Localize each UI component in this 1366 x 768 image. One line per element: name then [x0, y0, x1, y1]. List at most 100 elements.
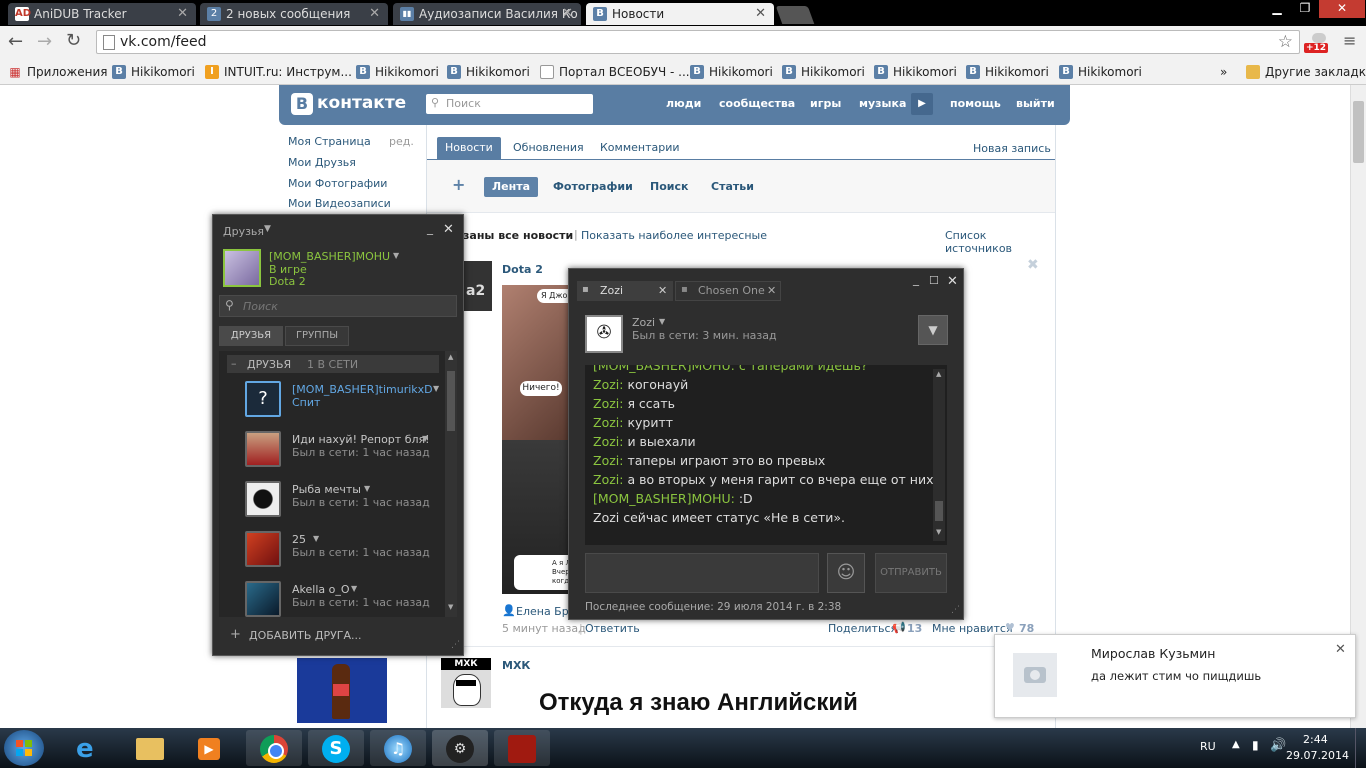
- explorer-icon[interactable]: [122, 730, 178, 766]
- chat-tab-zozi[interactable]: ▪ Zozi ✕: [577, 281, 673, 301]
- scrollbar-thumb[interactable]: [935, 501, 943, 521]
- skype-icon[interactable]: S: [308, 730, 364, 766]
- friend-item[interactable]: Иди нахуй! Репорт бля! Был в сети: 1 час…: [227, 427, 447, 473]
- steam-icon[interactable]: ⚙: [432, 730, 488, 766]
- post-time[interactable]: 5 минут назад: [502, 622, 586, 635]
- start-button[interactable]: [4, 730, 44, 766]
- close-icon[interactable]: ✕: [947, 274, 958, 289]
- minimize-icon[interactable]: _: [427, 221, 433, 235]
- send-button[interactable]: ОТПРАВИТЬ: [875, 553, 947, 593]
- post-title[interactable]: МХК: [502, 659, 530, 672]
- itunes-icon[interactable]: ♫: [370, 730, 426, 766]
- page-scrollbar[interactable]: [1350, 85, 1366, 728]
- chevron-down-icon[interactable]: ▼: [422, 434, 428, 443]
- vk-logo-text[interactable]: контакте: [317, 93, 406, 113]
- tab-friends[interactable]: ДРУЗЬЯ: [219, 326, 283, 346]
- bookmark-item[interactable]: Портал ВСЕОБУЧ - ...: [540, 64, 690, 80]
- bookmark-item[interactable]: I INTUIT.ru: Инструм...: [205, 64, 352, 80]
- bookmarks-more[interactable]: »: [1220, 64, 1227, 80]
- post-image[interactable]: Я Джон Ничего! А я Л Вчер когд: [502, 285, 576, 594]
- chat-tab-chosen-one[interactable]: ▪ Chosen One ✕: [675, 281, 781, 301]
- friends-title[interactable]: Друзья: [223, 225, 264, 238]
- bookmark-apps[interactable]: ▦ Приложения: [8, 64, 107, 80]
- tray-arrow-icon[interactable]: ▲: [1232, 739, 1240, 750]
- emoticon-icon[interactable]: ☺: [827, 553, 865, 593]
- subtab-feed[interactable]: Лента: [484, 177, 538, 197]
- language-indicator[interactable]: RU: [1200, 740, 1216, 753]
- forward-arrow-icon[interactable]: →: [37, 31, 52, 52]
- volume-icon[interactable]: 🔊: [1270, 738, 1286, 753]
- post-avatar[interactable]: a2: [460, 261, 492, 311]
- chevron-down-icon[interactable]: ▼: [313, 534, 319, 543]
- nav-help[interactable]: помощь: [950, 97, 1001, 110]
- bookmark-item[interactable]: B Hikikomori: [874, 64, 957, 80]
- nav-music[interactable]: музыка: [859, 97, 906, 110]
- close-icon[interactable]: ✕: [443, 222, 454, 237]
- filter-interesting-link[interactable]: Показать наиболее интересные: [581, 229, 767, 242]
- menu-my-videos[interactable]: Мои Видеозаписи: [288, 197, 391, 210]
- add-friend-button[interactable]: ДОБАВИТЬ ДРУГА...: [249, 629, 362, 642]
- subtab-photos[interactable]: Фотографии: [545, 177, 641, 197]
- bookmark-item[interactable]: B Hikikomori: [690, 64, 773, 80]
- chevron-down-icon[interactable]: ▼: [659, 317, 665, 326]
- new-tab-button[interactable]: [775, 6, 815, 24]
- back-arrow-icon[interactable]: ←: [8, 31, 23, 52]
- chevron-down-icon[interactable]: ▼: [264, 224, 271, 234]
- menu-my-friends[interactable]: Мои Друзья: [288, 156, 356, 169]
- show-desktop-button[interactable]: [1355, 728, 1366, 768]
- friends-scrollbar[interactable]: ▲ ▼: [445, 351, 457, 617]
- friend-item[interactable]: Akella o_O Был в сети: 1 час назад ▼: [227, 577, 447, 617]
- nav-communities[interactable]: сообщества: [719, 97, 795, 110]
- chat-scrollbar[interactable]: ▲ ▼: [933, 369, 945, 541]
- new-post-link[interactable]: Новая запись: [973, 142, 1051, 155]
- tab-audio[interactable]: ▮▮ Аудиозаписи Василия Ко ✕: [393, 3, 581, 25]
- group-header[interactable]: – ДРУЗЬЯ 1 В СЕТИ: [227, 355, 439, 373]
- my-avatar[interactable]: [223, 249, 261, 287]
- resize-grip-icon[interactable]: ⋰: [451, 640, 460, 650]
- star-icon[interactable]: ☆: [1278, 32, 1293, 52]
- vk-logo-icon[interactable]: B: [291, 93, 313, 115]
- reload-icon[interactable]: ↻: [66, 30, 81, 51]
- plus-icon[interactable]: +: [452, 175, 465, 194]
- minimize-button[interactable]: ▁: [1263, 0, 1291, 18]
- close-icon[interactable]: ✕: [1335, 642, 1346, 657]
- chevron-down-icon[interactable]: ▼: [364, 484, 370, 493]
- bookmark-item[interactable]: B Hikikomori: [966, 64, 1049, 80]
- tab-groups[interactable]: ГРУППЫ: [285, 326, 349, 346]
- reply-link[interactable]: Ответить: [585, 622, 640, 635]
- close-icon[interactable]: ✕: [177, 3, 188, 25]
- maximize-button[interactable]: ❐: [1291, 0, 1319, 18]
- notifications-icon[interactable]: +12: [1304, 31, 1329, 53]
- scrollbar-thumb[interactable]: [447, 371, 455, 431]
- friends-search-input[interactable]: ⚲ Поиск: [219, 295, 457, 317]
- bookmark-item[interactable]: B Hikikomori: [356, 64, 439, 80]
- chat-options-button[interactable]: ▼: [918, 315, 948, 345]
- friend-item[interactable]: ? [MOM_BASHER]timurikxD Спит ▼: [227, 377, 447, 423]
- chevron-down-icon[interactable]: ▼: [433, 384, 439, 393]
- tab-updates[interactable]: Обновления: [505, 137, 592, 159]
- chevron-down-icon[interactable]: ▼: [351, 584, 357, 593]
- vk-notification[interactable]: Мирослав Кузьмин да лежит стим чо пищдиш…: [994, 634, 1356, 718]
- close-window-button[interactable]: ✕: [1319, 0, 1365, 18]
- network-icon[interactable]: ▮: [1252, 738, 1259, 752]
- post-avatar[interactable]: МХК: [441, 658, 491, 708]
- bookmark-item[interactable]: B Hikikomori: [447, 64, 530, 80]
- clock-time[interactable]: 2:44: [1303, 733, 1328, 746]
- minimize-icon[interactable]: _: [913, 272, 919, 286]
- tab-news[interactable]: Новости: [437, 137, 501, 159]
- close-icon[interactable]: ✕: [755, 3, 766, 25]
- clock-date[interactable]: 29.07.2014: [1286, 749, 1349, 762]
- subtab-articles[interactable]: Статьи: [703, 177, 762, 197]
- menu-my-page[interactable]: Моя Страница: [288, 135, 371, 148]
- tab-messages[interactable]: 2 2 новых сообщения ✕: [200, 3, 388, 25]
- media-player-icon[interactable]: ▶: [182, 730, 238, 766]
- sources-list-link[interactable]: Список источников: [945, 229, 1055, 255]
- tab-news[interactable]: B Новости ✕: [586, 3, 774, 25]
- bookmark-item[interactable]: B Hikikomori: [782, 64, 865, 80]
- other-bookmarks[interactable]: Другие закладки: [1246, 64, 1366, 80]
- friend-item[interactable]: Рыба мечты Был в сети: 1 час назад ▼: [227, 477, 447, 523]
- close-icon[interactable]: ✖: [1027, 257, 1039, 273]
- notification-name[interactable]: Мирослав Кузьмин: [1091, 646, 1215, 661]
- dota2-icon[interactable]: [494, 730, 550, 766]
- chevron-down-icon[interactable]: ▼: [393, 251, 399, 260]
